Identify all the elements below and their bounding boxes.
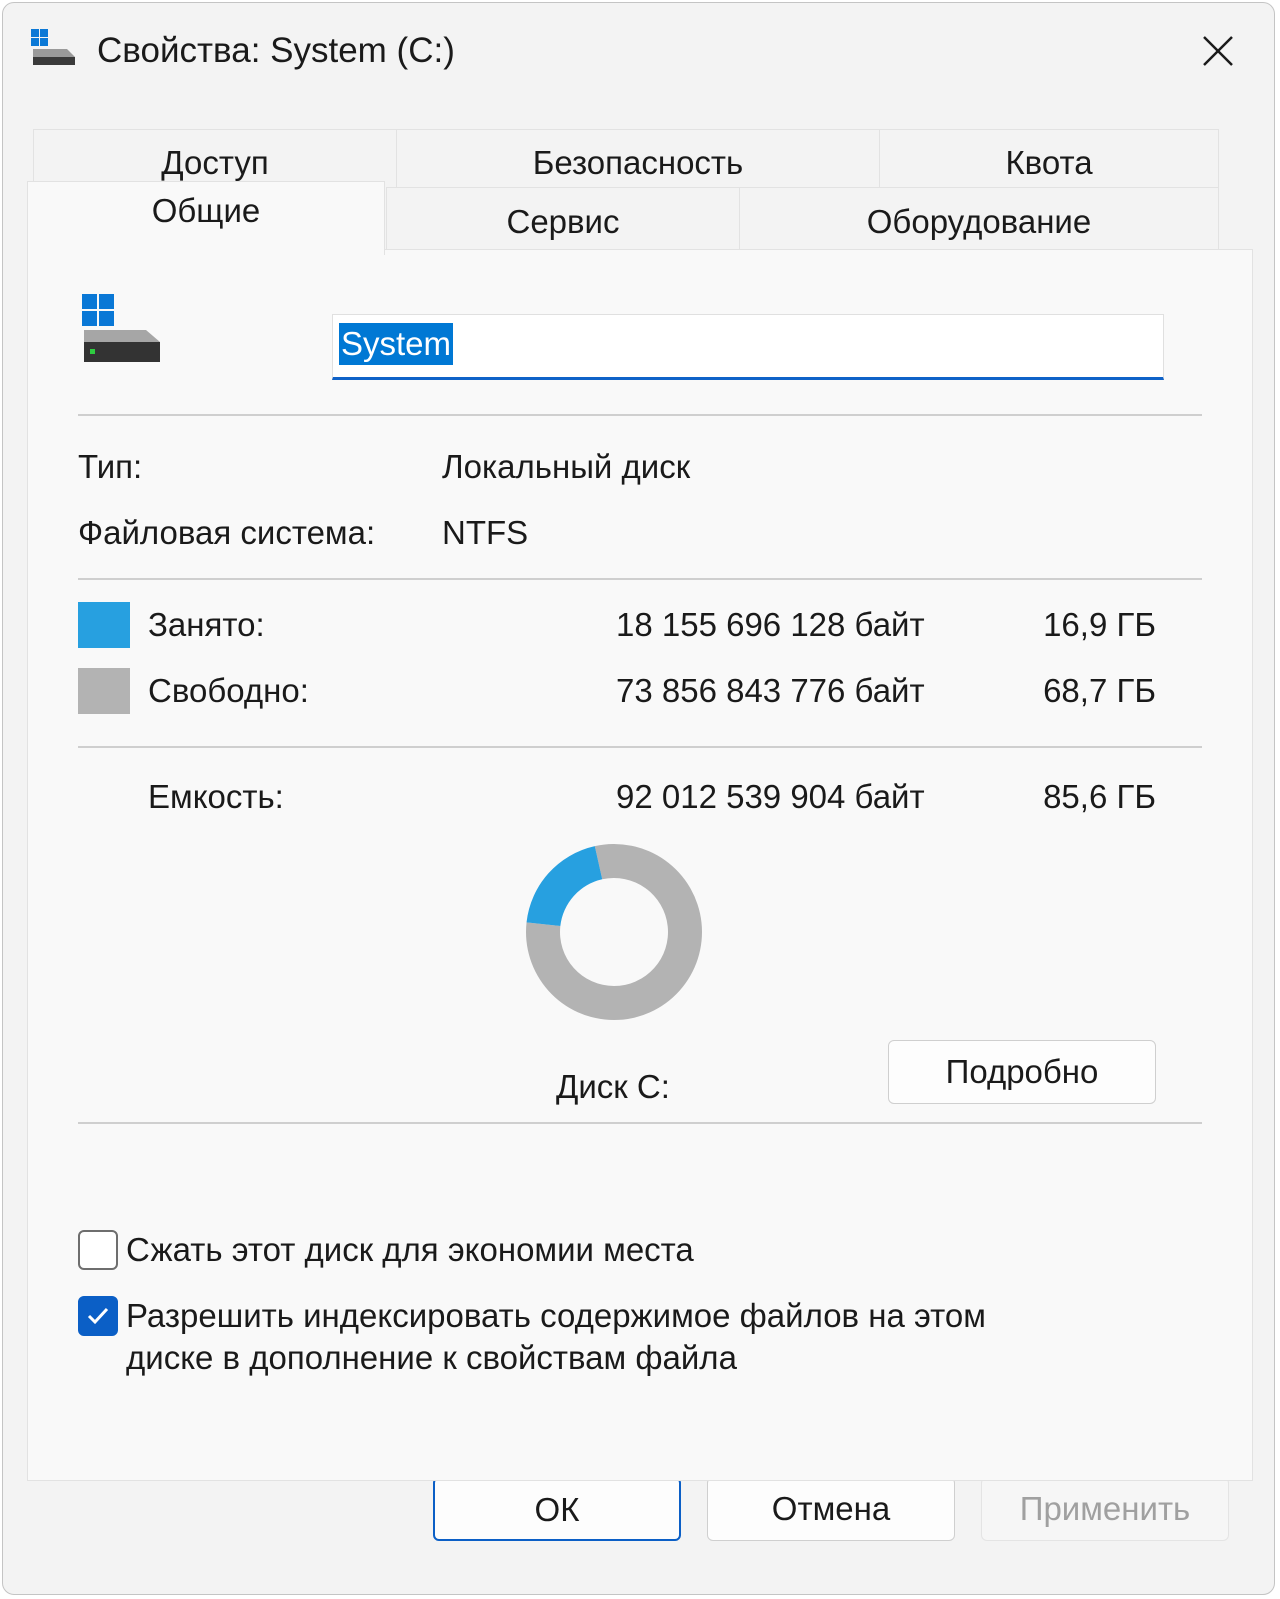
free-bytes: 73 856 843 776 байт bbox=[616, 672, 925, 709]
close-icon bbox=[1203, 36, 1233, 66]
free-color-swatch bbox=[78, 668, 130, 714]
tab-security[interactable]: Безопасность bbox=[396, 129, 880, 189]
properties-dialog: Свойства: System (C:) Доступ Безопасност… bbox=[2, 2, 1275, 1595]
type-label: Тип: bbox=[78, 448, 143, 485]
tab-quota[interactable]: Квота bbox=[879, 129, 1219, 189]
capacity-bytes: 92 012 539 904 байт bbox=[616, 778, 925, 815]
drive-icon bbox=[82, 294, 160, 362]
close-button[interactable] bbox=[1192, 25, 1244, 77]
general-tab-panel: System Тип: Локальный диск Файловая сист… bbox=[27, 249, 1253, 1481]
separator bbox=[78, 578, 1202, 580]
used-color-swatch bbox=[78, 602, 130, 648]
donut-slice-used bbox=[526, 846, 603, 927]
disk-label: Диск C: bbox=[556, 1068, 670, 1105]
title-bar: Свойства: System (C:) bbox=[3, 3, 1274, 103]
filesystem-value: NTFS bbox=[442, 514, 529, 551]
tab-access[interactable]: Доступ bbox=[33, 129, 397, 189]
used-label: Занято: bbox=[148, 606, 265, 643]
used-gb: 16,9 ГБ bbox=[1043, 606, 1156, 643]
separator bbox=[78, 1122, 1202, 1124]
separator bbox=[78, 414, 1202, 416]
free-label: Свободно: bbox=[148, 672, 309, 709]
window-title: Свойства: System (C:) bbox=[97, 31, 455, 70]
used-bytes: 18 155 696 128 байт bbox=[616, 606, 925, 643]
volume-name-selection: System bbox=[339, 323, 454, 365]
index-checkbox[interactable] bbox=[78, 1296, 118, 1336]
type-value: Локальный диск bbox=[442, 448, 691, 485]
capacity-label: Емкость: bbox=[148, 778, 284, 815]
details-button[interactable]: Подробно bbox=[888, 1040, 1156, 1104]
compress-label: Сжать этот диск для экономии места bbox=[126, 1231, 694, 1268]
volume-name-input[interactable]: System bbox=[332, 314, 1164, 380]
capacity-gb: 85,6 ГБ bbox=[1043, 778, 1156, 815]
checkmark-icon bbox=[87, 1307, 109, 1325]
ok-button[interactable]: ОК bbox=[433, 1477, 681, 1541]
filesystem-label: Файловая система: bbox=[78, 514, 376, 551]
tab-general[interactable]: Общие bbox=[27, 181, 385, 255]
tab-hardware[interactable]: Оборудование bbox=[739, 187, 1219, 251]
free-gb: 68,7 ГБ bbox=[1043, 672, 1156, 709]
index-label-line1: Разрешить индексировать содержимое файло… bbox=[126, 1297, 986, 1334]
compress-checkbox[interactable] bbox=[78, 1230, 118, 1270]
apply-button[interactable]: Применить bbox=[981, 1477, 1229, 1541]
tab-tools[interactable]: Сервис bbox=[386, 187, 740, 251]
separator bbox=[78, 746, 1202, 748]
disk-usage-donut-chart bbox=[526, 844, 702, 1020]
cancel-button[interactable]: Отмена bbox=[707, 1477, 955, 1541]
drive-icon bbox=[31, 29, 75, 65]
index-label-line2: диске в дополнение к свойствам файла bbox=[126, 1339, 737, 1376]
